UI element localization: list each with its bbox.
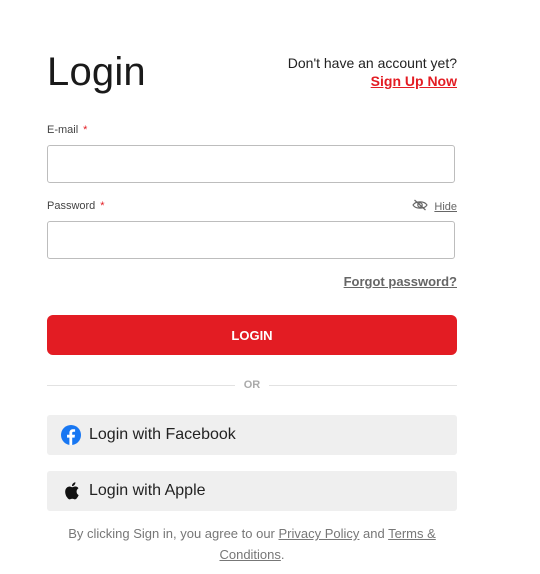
apple-button-label: Login with Apple <box>89 482 206 499</box>
password-field[interactable] <box>47 221 455 259</box>
apple-icon <box>61 481 81 501</box>
facebook-icon <box>61 425 81 445</box>
email-label: E-mail * <box>47 124 87 136</box>
email-label-text: E-mail <box>47 124 79 136</box>
privacy-policy-link[interactable]: Privacy Policy <box>279 526 360 541</box>
eye-off-icon <box>412 198 429 216</box>
required-marker: * <box>100 200 105 212</box>
or-divider: OR <box>47 377 457 393</box>
legal-notice: By clicking Sign in, you agree to our Pr… <box>47 523 457 565</box>
facebook-button-label: Login with Facebook <box>89 426 236 443</box>
signup-prompt: Don't have an account yet? <box>287 55 457 71</box>
login-with-apple-button[interactable]: Login with Apple <box>47 471 457 511</box>
login-page: Login Don't have an account yet? Sign Up… <box>0 0 540 574</box>
email-field[interactable] <box>47 145 455 183</box>
hide-password-toggle[interactable]: Hide <box>412 198 457 216</box>
divider-line <box>269 384 457 386</box>
page-title: Login <box>47 50 146 94</box>
password-label: Password * <box>47 200 105 212</box>
required-marker: * <box>83 124 88 136</box>
sign-up-link[interactable]: Sign Up Now <box>371 72 457 90</box>
or-text: OR <box>243 379 261 391</box>
forgot-password-link[interactable]: Forgot password? <box>344 274 457 289</box>
legal-middle: and <box>359 526 389 541</box>
divider-line <box>47 384 235 386</box>
hide-label: Hide <box>434 201 457 213</box>
legal-prefix: By clicking Sign in, you agree to our <box>68 526 279 541</box>
legal-suffix: . <box>280 547 285 562</box>
signup-block: Don't have an account yet? Sign Up Now <box>288 54 457 91</box>
login-with-facebook-button[interactable]: Login with Facebook <box>47 415 457 455</box>
password-label-text: Password <box>47 200 96 212</box>
login-button[interactable]: LOGIN <box>47 315 457 355</box>
